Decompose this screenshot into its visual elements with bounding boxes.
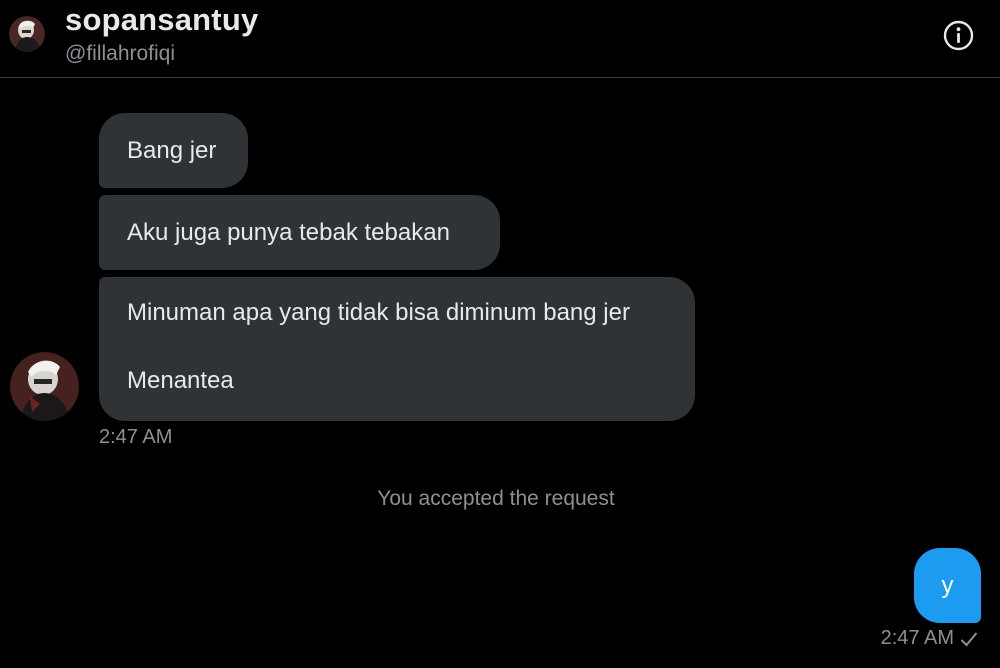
- system-message-text: You accepted the request: [377, 487, 615, 510]
- incoming-message[interactable]: Aku juga punya tebak tebakan: [99, 195, 500, 270]
- message-text: y: [941, 571, 954, 599]
- partner-avatar[interactable]: [10, 352, 79, 421]
- avatar-image: [10, 352, 79, 421]
- incoming-message[interactable]: Minuman apa yang tidak bisa diminum bang…: [99, 277, 695, 421]
- outgoing-status: 2:47 AM: [881, 627, 978, 650]
- conversation-display-name[interactable]: sopansantuy: [65, 2, 258, 38]
- info-button[interactable]: [943, 20, 974, 51]
- conversation-header: sopansantuy @fillahrofiqi: [0, 0, 1000, 78]
- message-line-gap: [127, 327, 667, 367]
- incoming-timestamp: 2:47 AM: [99, 426, 173, 448]
- system-message: You accepted the request: [0, 487, 1000, 511]
- message-text: Bang jer: [127, 136, 217, 164]
- outgoing-timestamp: 2:47 AM: [880, 627, 954, 649]
- outgoing-message[interactable]: y: [914, 548, 981, 623]
- message-text: Aku juga punya tebak tebakan: [127, 218, 450, 246]
- header-avatar[interactable]: [9, 16, 45, 52]
- incoming-message[interactable]: Bang jer: [99, 113, 248, 188]
- message-text: Menantea: [127, 367, 234, 394]
- checkmark-icon: [960, 631, 978, 646]
- conversation-handle: @fillahrofiqi: [65, 42, 176, 65]
- info-icon: [943, 20, 974, 51]
- message-text: Minuman apa yang tidak bisa diminum bang…: [127, 299, 630, 326]
- avatar-image: [9, 16, 45, 52]
